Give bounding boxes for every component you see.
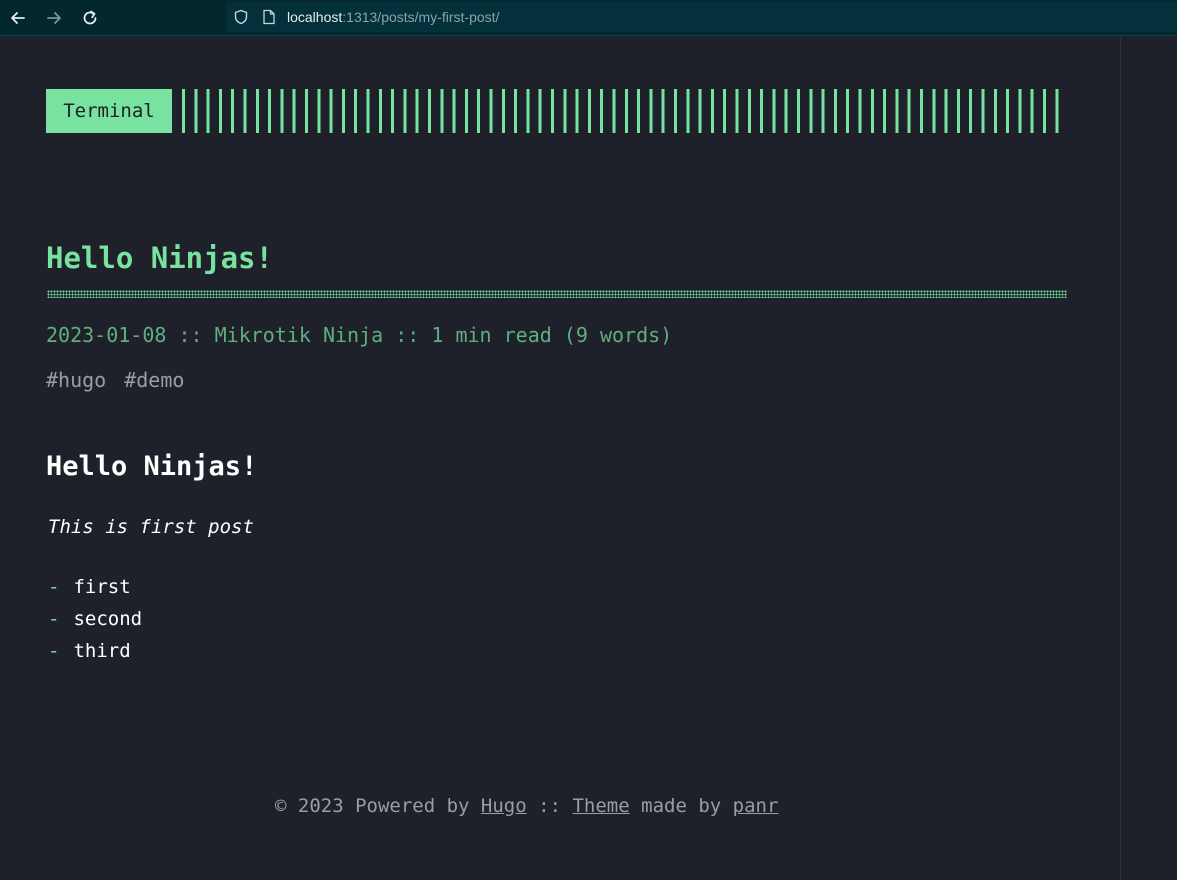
browser-toolbar: localhost:1313/posts/my-first-post/: [0, 0, 1177, 36]
arrow-left-icon: [11, 12, 25, 24]
author-link[interactable]: panr: [733, 795, 779, 817]
footer: © 2023 Powered by Hugo :: Theme made by …: [275, 792, 778, 820]
footer-made-by: made by: [641, 795, 722, 817]
theme-link[interactable]: Theme: [572, 795, 629, 817]
right-gutter: [1120, 37, 1177, 880]
list-item: - first: [48, 571, 142, 603]
post-title[interactable]: Hello Ninjas!: [46, 238, 273, 278]
list-bullet: -: [48, 576, 60, 598]
url-path: :1313/posts/my-first-post/: [342, 9, 500, 25]
post-read-time: 1 min read (9 words): [431, 323, 673, 347]
site-logo[interactable]: Terminal: [46, 89, 172, 133]
url-text[interactable]: localhost:1313/posts/my-first-post/: [287, 9, 499, 25]
list-bullet: -: [48, 608, 60, 630]
tag-demo[interactable]: #demo: [124, 368, 184, 392]
list-item-text: third: [73, 640, 131, 662]
post-meta: 2023-01-08 :: Mikrotik Ninja :: 1 min re…: [46, 321, 672, 349]
meta-separator: ::: [395, 323, 420, 347]
post-author: Mikrotik Ninja: [214, 323, 384, 347]
meta-separator: ::: [178, 323, 203, 347]
url-host: localhost: [287, 9, 343, 25]
post-date: 2023-01-08: [46, 323, 167, 347]
forward-button[interactable]: [42, 6, 66, 30]
tag-hugo[interactable]: #hugo: [46, 368, 106, 392]
page-icon: [263, 9, 275, 25]
list-item: - third: [48, 635, 142, 667]
content-emphasis: This is first post: [48, 516, 254, 538]
reload-icon: [83, 10, 97, 25]
list-item-text: second: [73, 608, 143, 630]
shield-icon: [234, 9, 248, 25]
list-item: - second: [48, 603, 142, 635]
header-stripes: [182, 89, 1062, 133]
footer-separator: ::: [538, 795, 562, 817]
list-bullet: -: [48, 640, 60, 662]
list-item-text: first: [73, 576, 131, 598]
post-tags: #hugo #demo: [46, 366, 202, 394]
title-divider: [47, 290, 1067, 298]
footer-copyright: © 2023 Powered by: [275, 795, 470, 817]
content-heading: Hello Ninjas!: [46, 451, 258, 482]
arrow-right-icon: [47, 12, 61, 24]
back-button[interactable]: [6, 6, 30, 30]
reload-button[interactable]: [78, 6, 102, 30]
address-bar[interactable]: localhost:1313/posts/my-first-post/: [226, 2, 1177, 32]
content-list: - first - second - third: [48, 571, 142, 667]
hugo-link[interactable]: Hugo: [481, 795, 527, 817]
